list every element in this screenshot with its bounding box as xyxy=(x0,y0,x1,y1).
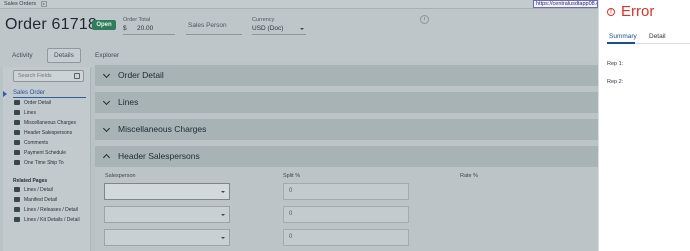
search-field[interactable] xyxy=(13,70,84,82)
order-total-underline xyxy=(123,34,175,35)
panel-header-salespersons[interactable]: Header Salespersons xyxy=(95,146,598,167)
related-pages-heading: Related Pages xyxy=(13,178,48,184)
panel-title: Lines xyxy=(118,97,139,107)
sidebar-item-label: Order Detail xyxy=(24,100,51,106)
sales-person-underline xyxy=(186,34,242,35)
split-input[interactable]: 0 xyxy=(283,229,409,246)
main-content: Order Detail Lines Miscellaneous Charges… xyxy=(95,63,598,251)
panel-miscellaneous-charges[interactable]: Miscellaneous Charges xyxy=(95,119,598,140)
panel-title: Miscellaneous Charges xyxy=(118,124,207,134)
list-icon xyxy=(14,130,20,136)
currency-value: USD (Doc) xyxy=(252,25,284,32)
salesperson-select[interactable] xyxy=(104,229,230,246)
related-item-lines-detail[interactable]: Lines / Detail xyxy=(14,187,53,194)
search-filter-icon[interactable] xyxy=(74,73,80,79)
active-tab-indicator xyxy=(607,42,635,44)
sidebar-item-label: Lines xyxy=(24,110,36,116)
salesperson-select[interactable] xyxy=(104,183,230,200)
section-divider xyxy=(13,97,86,98)
chevron-down-icon[interactable] xyxy=(300,28,304,30)
rep-2-label: Rep 2: xyxy=(607,79,624,85)
loading-icon xyxy=(420,15,429,24)
order-total-field: Order Total $20.00 xyxy=(123,17,153,32)
sales-person-input[interactable]: Sales Person xyxy=(188,22,227,29)
list-icon xyxy=(14,150,20,156)
related-item-label: Lines / Releases / Detail xyxy=(24,207,78,213)
tab-explorer[interactable]: Explorer xyxy=(95,52,119,59)
split-input[interactable]: 0 xyxy=(283,206,409,223)
chevron-down-icon[interactable] xyxy=(102,70,111,79)
related-item-kit-details[interactable]: Lines / Kit Details / Detail xyxy=(14,217,80,224)
form-icon xyxy=(14,100,20,106)
column-header-salesperson: Salesperson xyxy=(105,173,136,179)
order-total-amount: 20.00 xyxy=(137,25,154,32)
sidebar-item-payment-schedule[interactable]: Payment Schedule xyxy=(14,150,66,157)
tab-summary[interactable]: Summary xyxy=(609,33,637,40)
sidebar-item-lines[interactable]: Lines xyxy=(14,110,36,117)
browser-tab-label: Sales Orders xyxy=(4,1,37,7)
panel-order-detail[interactable]: Order Detail xyxy=(95,65,598,86)
sidebar-item-label: Miscellaneous Charges xyxy=(24,120,76,126)
currency-select[interactable]: Currency USD (Doc) xyxy=(252,17,283,32)
column-header-split: Split % xyxy=(283,173,301,179)
chevron-down-icon[interactable] xyxy=(102,124,111,133)
panel-title: Order Detail xyxy=(118,70,164,80)
list-icon xyxy=(14,120,20,126)
order-total-label: Order Total xyxy=(123,17,151,23)
error-icon: ! xyxy=(607,8,615,16)
sidebar-section-sales-order[interactable]: Sales Order xyxy=(13,90,45,96)
browser-tab-strip: Sales Orders x https://centralusdtapp08.… xyxy=(0,0,598,9)
url-tooltip: https://centralusdtapp08.e xyxy=(533,0,598,8)
active-section-arrow-icon xyxy=(3,91,7,97)
sidebar: Sales Order Order Detail Lines Miscellan… xyxy=(3,67,91,251)
page-icon xyxy=(14,187,20,193)
panel-lines[interactable]: Lines xyxy=(95,92,598,113)
error-pane: ! Error Summary Detail Rep 1: Rep 2: xyxy=(598,0,690,251)
close-icon[interactable]: x xyxy=(40,1,47,7)
form-icon xyxy=(14,160,20,166)
rep-1-label: Rep 1: xyxy=(607,61,624,67)
page-icon xyxy=(14,197,20,203)
status-badge: Open xyxy=(92,20,116,30)
currency-symbol: $ xyxy=(123,25,127,32)
split-input[interactable]: 0 xyxy=(283,183,409,200)
related-item-manifest-detail[interactable]: Manifest Detail xyxy=(14,197,57,204)
sidebar-item-header-salespersons[interactable]: Header Salespersons xyxy=(14,130,72,137)
currency-label: Currency xyxy=(252,17,275,23)
chevron-up-icon[interactable] xyxy=(102,153,111,162)
tab-detail[interactable]: Detail xyxy=(649,33,666,40)
error-title: Error xyxy=(621,3,655,20)
page-header: Order 61718 Open Order Total $20.00 Sale… xyxy=(0,9,598,67)
page-title: Order 61718 xyxy=(5,16,98,33)
chevron-down-icon[interactable] xyxy=(102,97,111,106)
related-item-releases-detail[interactable]: Lines / Releases / Detail xyxy=(14,207,78,214)
panel-title: Header Salespersons xyxy=(118,151,200,161)
sidebar-item-label: Comments xyxy=(24,140,49,146)
order-total-value: $20.00 xyxy=(123,25,153,32)
sidebar-item-one-time-ship-to[interactable]: One Time Ship To xyxy=(14,160,64,167)
chevron-down-icon[interactable] xyxy=(221,237,225,239)
comment-icon xyxy=(14,140,20,146)
sidebar-item-order-detail[interactable]: Order Detail xyxy=(14,100,51,107)
browser-tab[interactable]: Sales Orders x xyxy=(2,1,49,8)
related-item-label: Lines / Kit Details / Detail xyxy=(24,217,80,223)
currency-underline xyxy=(252,34,306,35)
salesperson-select[interactable] xyxy=(104,206,230,223)
sidebar-item-miscellaneous-charges[interactable]: Miscellaneous Charges xyxy=(14,120,76,127)
sidebar-item-comments[interactable]: Comments xyxy=(14,140,48,147)
page-icon xyxy=(14,217,20,223)
chevron-down-icon[interactable] xyxy=(221,214,225,216)
page-icon xyxy=(14,207,20,213)
column-header-rate: Rate % xyxy=(460,173,479,179)
tab-details[interactable]: Details xyxy=(47,48,81,63)
tab-activity[interactable]: Activity xyxy=(12,52,33,59)
chevron-down-icon[interactable] xyxy=(221,191,225,193)
related-item-label: Manifest Detail xyxy=(24,197,58,203)
sidebar-item-label: Payment Schedule xyxy=(24,150,66,156)
list-icon xyxy=(14,110,20,116)
sidebar-item-label: One Time Ship To xyxy=(24,160,64,166)
sidebar-item-label: Header Salespersons xyxy=(24,130,73,136)
related-item-label: Lines / Detail xyxy=(24,187,53,193)
search-input[interactable] xyxy=(18,73,73,79)
